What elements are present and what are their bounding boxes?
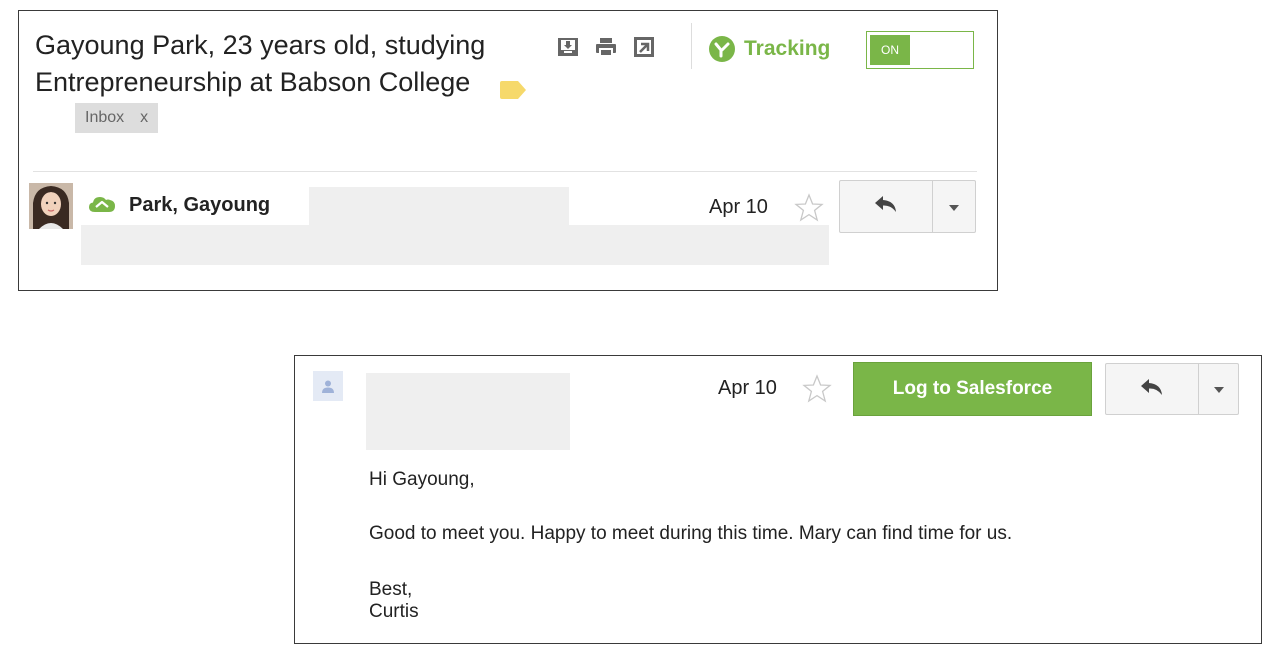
toggle-state: ON [870, 35, 910, 65]
reply-icon [1140, 378, 1164, 401]
download-icon[interactable] [556, 35, 580, 59]
chevron-down-icon [949, 198, 959, 216]
reply-button[interactable] [840, 181, 933, 232]
open-new-window-icon[interactable] [632, 35, 656, 59]
thread-toolbar [556, 35, 656, 59]
message-signoff: Best, [369, 579, 413, 600]
email-subject: Gayoung Park, 23 years old, studying Ent… [35, 27, 535, 138]
message-date[interactable]: Apr 10 [718, 377, 777, 400]
tracking-toggle[interactable]: ON [866, 31, 974, 69]
star-icon[interactable] [794, 193, 824, 223]
subject-text: Gayoung Park, 23 years old, studying Ent… [35, 30, 486, 97]
log-to-salesforce-button[interactable]: Log to Salesforce [853, 362, 1092, 416]
star-icon[interactable] [802, 374, 832, 404]
message-signature: Curtis [369, 601, 419, 622]
message-panel: Apr 10 Log to Salesforce Hi Gayoung, Goo… [294, 355, 1262, 644]
header-separator [33, 171, 977, 172]
sender-avatar-default[interactable] [313, 371, 343, 401]
chevron-down-icon [1213, 380, 1224, 398]
print-icon[interactable] [594, 35, 618, 59]
label-tag-icon[interactable] [500, 72, 527, 99]
redacted-sender [366, 373, 570, 450]
more-options-button[interactable] [933, 181, 975, 232]
sender-name[interactable]: Park, Gayoung [129, 194, 270, 217]
remove-label-button[interactable]: x [140, 109, 148, 126]
message-date[interactable]: Apr 10 [709, 196, 768, 219]
reply-button-group [839, 180, 976, 233]
sender-avatar-photo[interactable] [29, 183, 73, 229]
tracking-label: Tracking [744, 37, 831, 60]
redacted-snippet [81, 225, 829, 265]
tracking-control: Tracking [709, 35, 830, 63]
reply-icon [874, 195, 898, 218]
message-greeting: Hi Gayoung, [369, 469, 475, 490]
message-body: Good to meet you. Happy to meet during t… [369, 523, 1013, 544]
reply-button-group [1105, 363, 1239, 415]
redacted-sender-email [309, 187, 569, 227]
reply-button[interactable] [1106, 364, 1199, 414]
toolbar-divider [691, 23, 692, 69]
salesforce-cloud-icon[interactable] [89, 195, 115, 213]
inbox-label-text: Inbox [85, 108, 125, 126]
yesware-logo-icon [709, 36, 735, 62]
thread-header-panel: Gayoung Park, 23 years old, studying Ent… [18, 10, 998, 291]
more-options-button[interactable] [1199, 364, 1238, 414]
inbox-label-chip: Inbox x [75, 102, 159, 133]
